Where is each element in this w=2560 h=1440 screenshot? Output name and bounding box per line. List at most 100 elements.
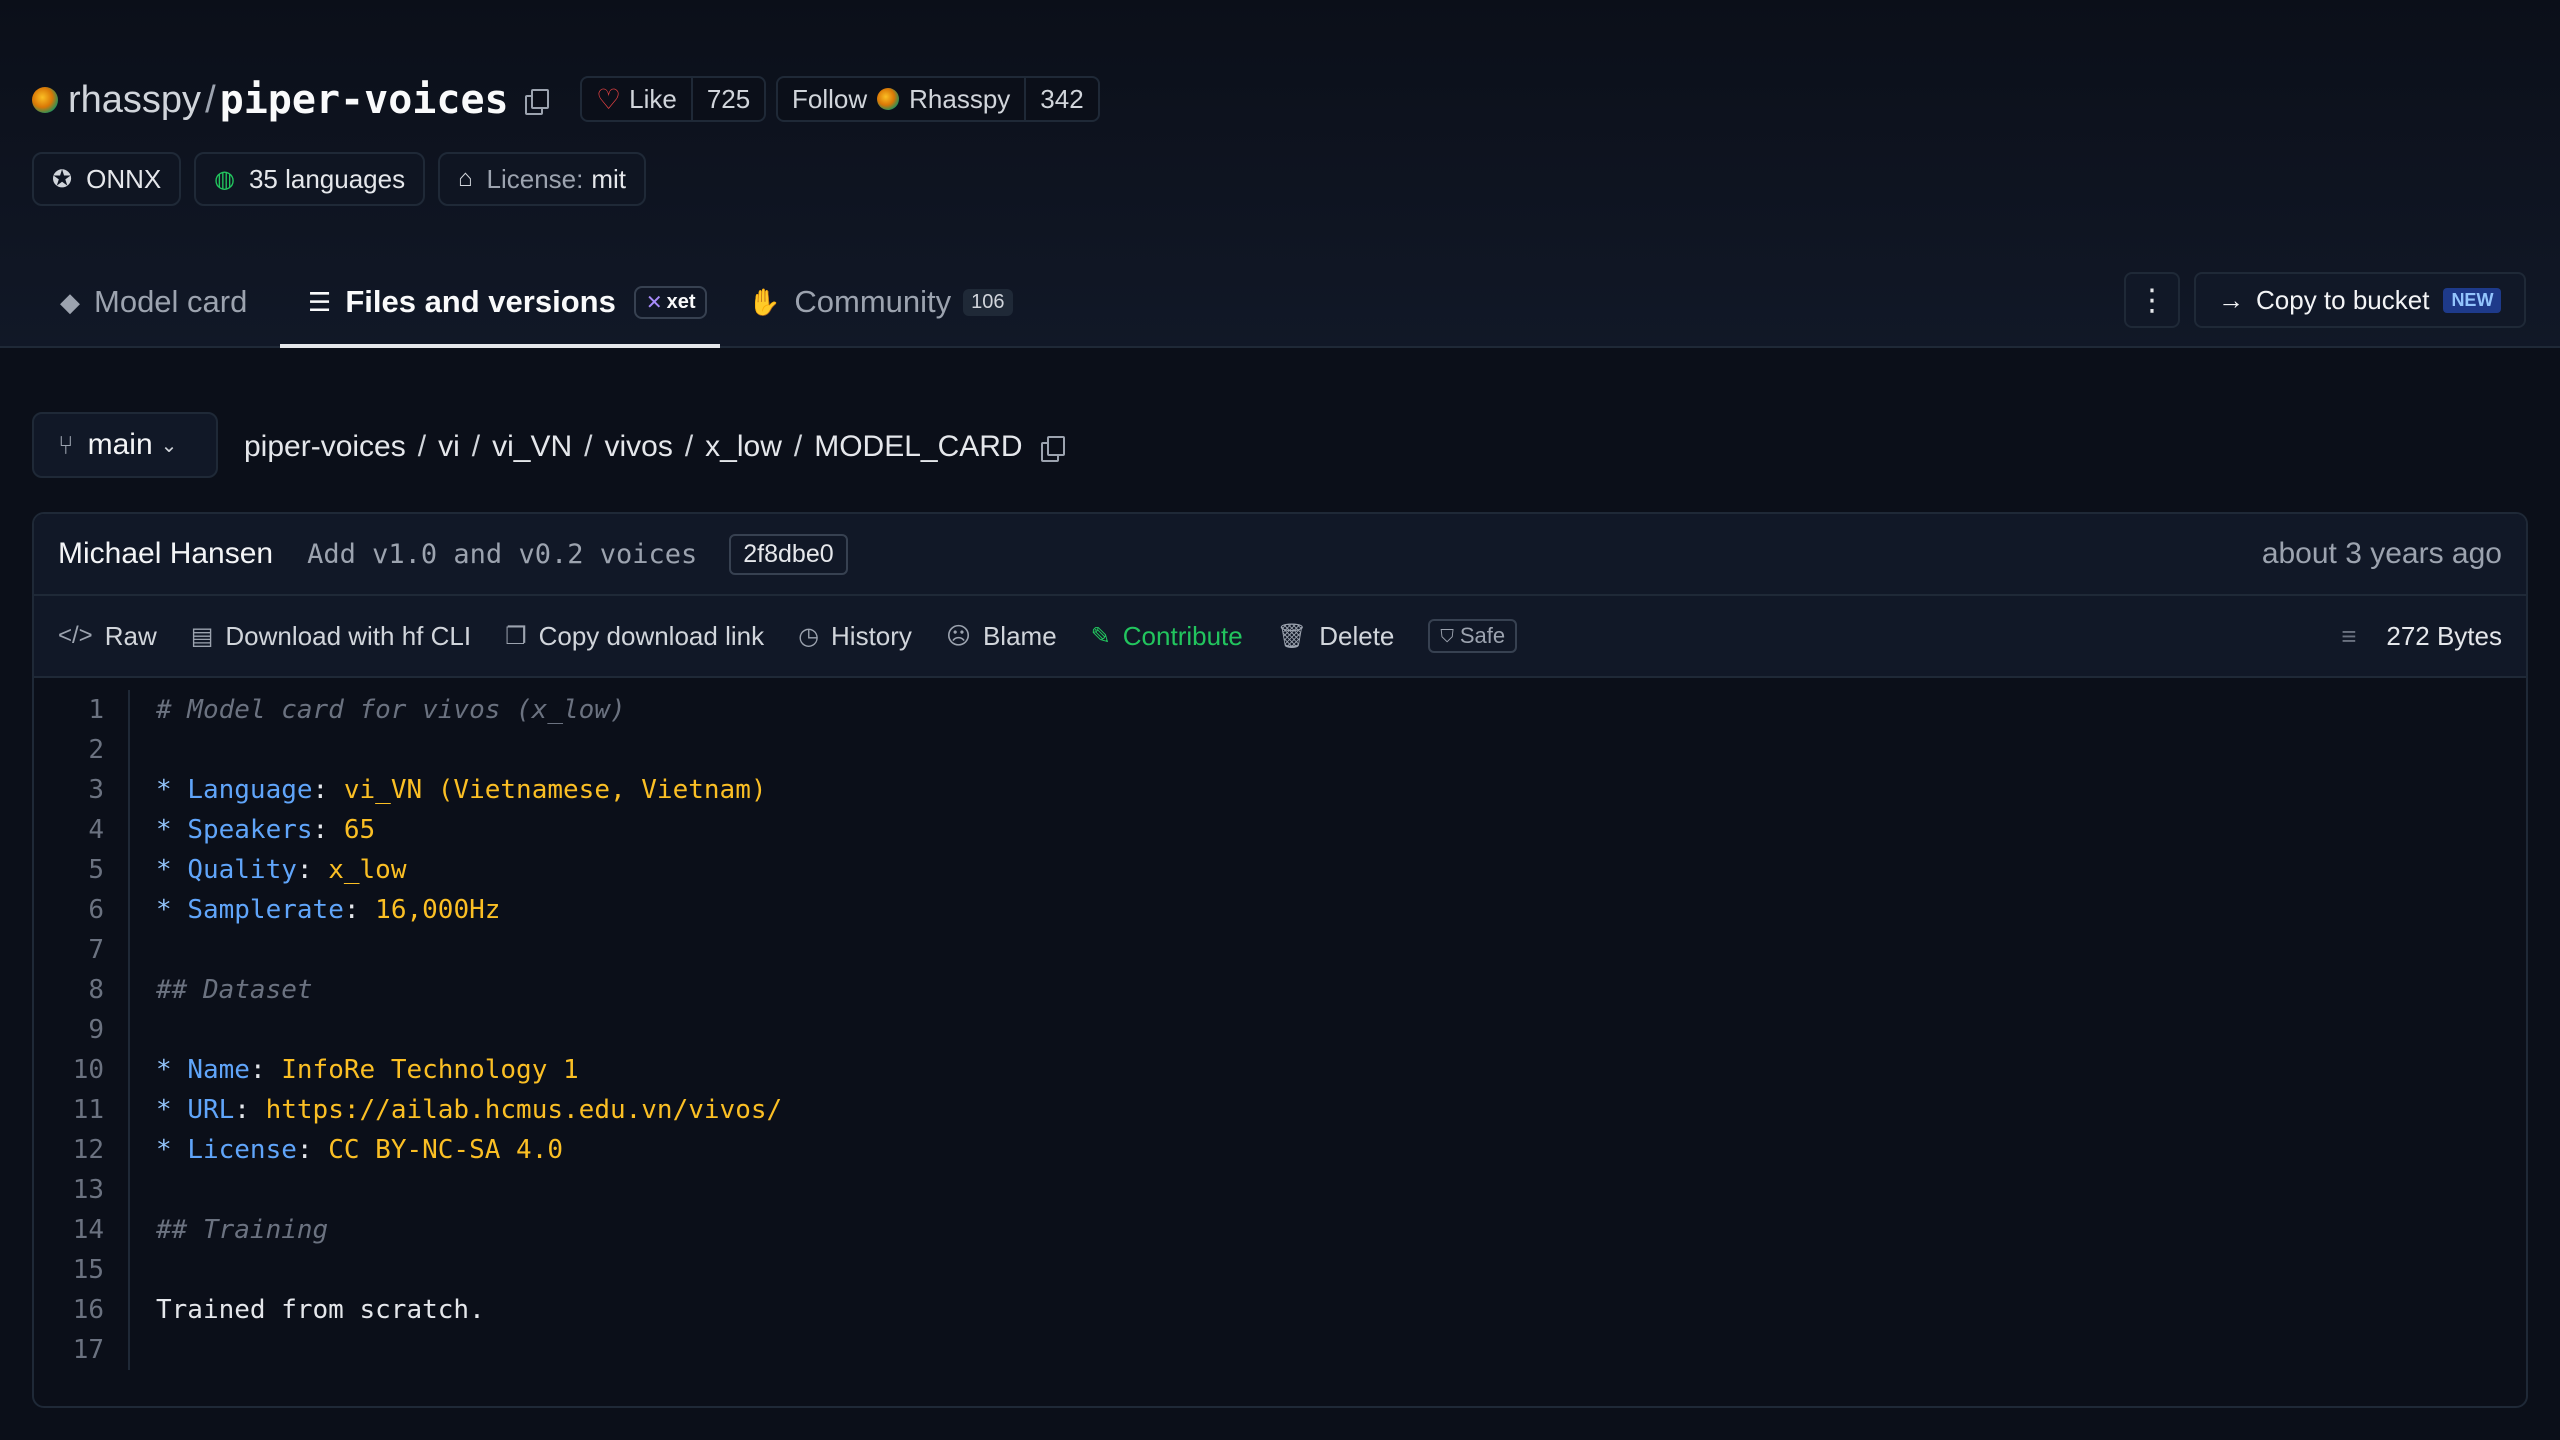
tag-license[interactable]: ⌂ License: mit [438, 152, 647, 206]
branch-icon: ⑂ [58, 429, 74, 460]
line-number[interactable]: 13 [34, 1170, 128, 1210]
code-line: * Name: InfoRe Technology 1 [156, 1055, 579, 1085]
line-number[interactable]: 11 [34, 1090, 128, 1130]
line-number[interactable]: 12 [34, 1130, 128, 1170]
file-viewer: Michael Hansen Add v1.0 and v0.2 voices … [32, 512, 2528, 1408]
repo-separator: / [205, 78, 216, 121]
line-number[interactable]: 5 [34, 850, 128, 890]
history-button[interactable]: ◷ History [798, 621, 912, 652]
follow-segment[interactable]: Follow Rhasspy [778, 78, 1024, 120]
arrow-right-icon: → [2218, 284, 2244, 315]
delete-label: Delete [1319, 620, 1395, 651]
line-number[interactable]: 16 [34, 1290, 128, 1330]
breadcrumb-sep: / [471, 430, 481, 463]
md-heading: ## Training [156, 1215, 329, 1245]
tag-languages-label: 35 languages [248, 163, 406, 194]
commit-time: about 3 years ago [2261, 537, 2502, 570]
line-number[interactable]: 3 [34, 770, 128, 810]
breadcrumb-sep: / [793, 430, 803, 463]
line-number[interactable]: 7 [34, 930, 128, 970]
branch-selector[interactable]: ⑂ main ⌄ [32, 412, 218, 478]
community-count-badge: 106 [963, 288, 1013, 316]
contribute-button[interactable]: ✎ Contribute [1091, 621, 1243, 652]
breadcrumb-current: MODEL_CARD [814, 430, 1023, 463]
tab-files-and-versions[interactable]: ☰ Files and versions ✕ xet [308, 258, 708, 346]
breadcrumb-item[interactable]: piper-voices [244, 430, 406, 464]
line-number[interactable]: 2 [34, 730, 128, 770]
tab-community[interactable]: ✋ Community 106 [748, 258, 1013, 346]
breadcrumb-sep: / [584, 430, 593, 463]
onnx-icon: ✪ [52, 165, 73, 193]
line-number[interactable]: 14 [34, 1210, 128, 1250]
md-key: URL [187, 1095, 235, 1125]
breadcrumb-item[interactable]: vi [438, 430, 460, 464]
code-line: ## Dataset [156, 970, 2526, 1010]
xet-label: xet [666, 290, 696, 313]
like-button[interactable]: ♡ Like 725 [580, 76, 767, 122]
safe-badge[interactable]: ⛉ Safe [1428, 619, 1518, 653]
license-label: License: [486, 163, 584, 194]
line-number[interactable]: 17 [34, 1330, 128, 1370]
contribute-label: Contribute [1122, 620, 1243, 651]
files-icon: ☰ [308, 286, 332, 317]
commit-message[interactable]: Add v1.0 and v0.2 voices [307, 539, 697, 570]
download-label: Download with hf CLI [225, 620, 472, 651]
tag-onnx-label: ONNX [86, 163, 162, 194]
breadcrumb-item[interactable]: vi_VN [492, 430, 572, 464]
md-key: License [187, 1135, 297, 1165]
trash-icon: 🗑 [1276, 622, 1308, 650]
copy-path-icon[interactable] [1040, 436, 1065, 462]
follow-count[interactable]: 342 [1024, 78, 1097, 120]
clock-icon: ◷ [798, 622, 820, 650]
like-count[interactable]: 725 [690, 78, 764, 120]
line-number[interactable]: 1 [34, 690, 128, 730]
more-options-button[interactable]: ⋮ [2124, 272, 2180, 328]
tab-model-card[interactable]: ◆ Model card [60, 258, 247, 346]
line-number[interactable]: 8 [34, 970, 128, 1010]
delete-button[interactable]: 🗑 Delete [1277, 621, 1395, 652]
line-number[interactable]: 10 [34, 1050, 128, 1090]
line-number[interactable]: 15 [34, 1250, 128, 1290]
copy-download-link-button[interactable]: ❐ Copy download link [505, 621, 764, 652]
commit-sha[interactable]: 2f8dbe0 [729, 533, 848, 575]
line-number[interactable]: 6 [34, 890, 128, 930]
tab-files-label: Files and versions [345, 284, 616, 319]
repo-owner-link[interactable]: rhasspy [68, 79, 201, 122]
repo-name-link[interactable]: piper-voices [220, 77, 509, 123]
like-segment[interactable]: ♡ Like [582, 78, 691, 120]
md-value: x_low [328, 855, 407, 885]
md-value: vi_VN (Vietnamese, Vietnam) [343, 775, 767, 805]
breadcrumb-item[interactable]: vivos [604, 430, 672, 464]
follow-button[interactable]: Follow Rhasspy 342 [776, 76, 1100, 122]
file-size-label: 272 Bytes [2386, 620, 2502, 651]
breadcrumb-item[interactable]: x_low [705, 430, 782, 464]
bullet: * [156, 815, 172, 845]
download-cli-button[interactable]: ▤ Download with hf CLI [191, 621, 471, 652]
code-line: * Speakers: 65 [156, 815, 376, 845]
commit-author[interactable]: Michael Hansen [58, 537, 273, 571]
bullet: * [156, 895, 172, 925]
tag-onnx[interactable]: ✪ ONNX [32, 152, 182, 206]
bullet: * [156, 1095, 172, 1125]
md-text: Trained from scratch. [156, 1295, 485, 1325]
tag-languages[interactable]: ◍ 35 languages [194, 152, 426, 206]
like-label: Like [629, 83, 677, 114]
copy-icon[interactable] [524, 89, 549, 115]
md-value: 65 [343, 815, 376, 845]
md-value: CC BY-NC-SA 4.0 [328, 1135, 564, 1165]
branch-name: main [87, 428, 153, 461]
commit-bar: Michael Hansen Add v1.0 and v0.2 voices … [34, 514, 2526, 596]
raw-button[interactable]: </> Raw [58, 621, 157, 652]
copy-to-bucket-button[interactable]: → Copy to bucket NEW [2194, 272, 2526, 328]
line-number[interactable]: 4 [34, 810, 128, 850]
file-size: ≡ 272 Bytes [2341, 621, 2502, 652]
raw-label: Raw [104, 620, 157, 651]
file-actions: </> Raw ▤ Download with hf CLI ❐ Copy do… [34, 596, 2526, 678]
line-number[interactable]: 9 [34, 1010, 128, 1050]
blame-button[interactable]: ☹ Blame [946, 621, 1057, 652]
code-line: * License: CC BY-NC-SA 4.0 [156, 1135, 564, 1165]
org-avatar[interactable] [32, 87, 58, 113]
wrap-lines-icon[interactable]: ≡ [2341, 621, 2356, 652]
breadcrumb-sep: / [417, 430, 427, 463]
